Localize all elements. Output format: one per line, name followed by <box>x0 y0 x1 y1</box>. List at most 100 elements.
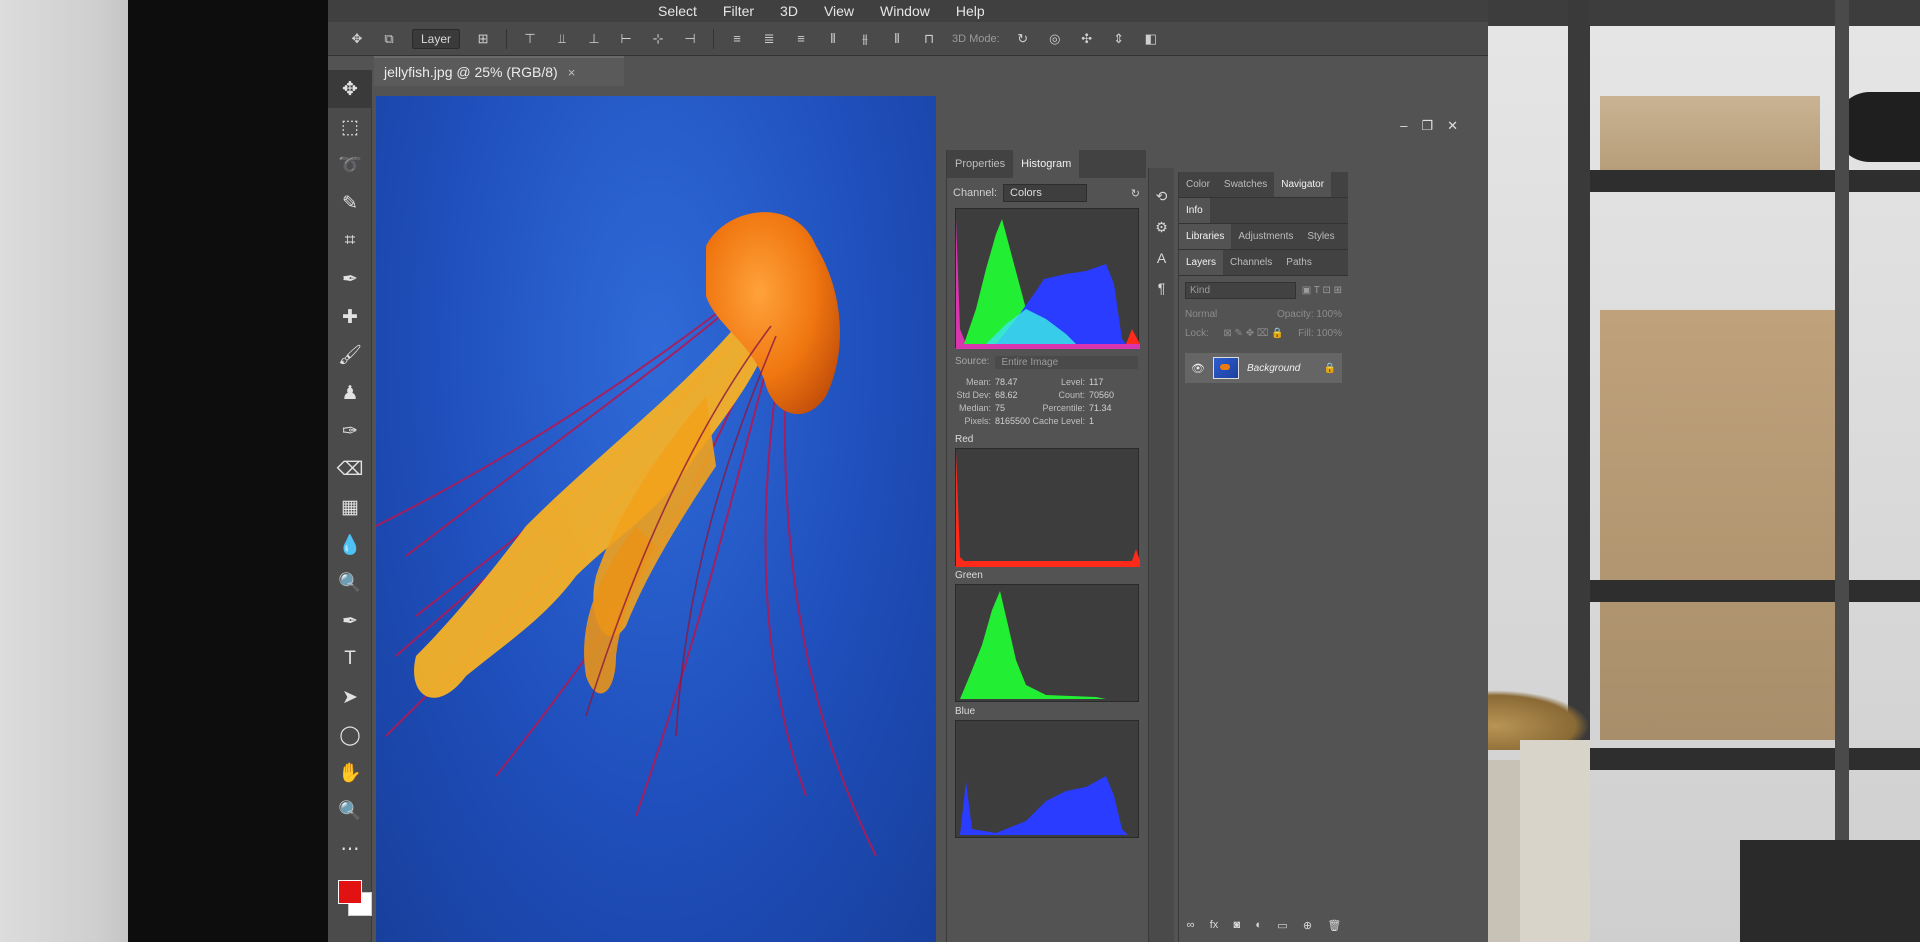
tab-adjustments[interactable]: Adjustments <box>1231 224 1300 249</box>
history-panel-icon[interactable]: ⟲ <box>1156 188 1168 205</box>
tab-layers[interactable]: Layers <box>1179 250 1224 275</box>
tab-info[interactable]: Info <box>1179 198 1210 223</box>
cache-label: Cache Level: <box>1032 416 1085 426</box>
hand-tool-icon[interactable]: ✋ <box>328 754 372 792</box>
zoom-tool-icon[interactable]: 🔍 <box>328 792 372 830</box>
source-label: Source: <box>955 356 990 367</box>
character-panel-icon[interactable]: A <box>1157 250 1166 266</box>
pixels-label: Pixels: <box>964 416 991 426</box>
quick-select-tool-icon[interactable]: ✎ <box>328 184 372 222</box>
distribute-right-icon[interactable]: ⫴ <box>888 30 906 48</box>
3d-pan-icon[interactable]: ✣ <box>1078 30 1096 48</box>
menu-3d[interactable]: 3D <box>780 3 798 19</box>
adjustment-layer-icon[interactable]: ◐ <box>1255 919 1262 932</box>
healing-brush-icon[interactable]: ✚ <box>328 298 372 336</box>
clone-stamp-icon[interactable]: ♟ <box>328 374 372 412</box>
options-bar: ✥ ⧉ Layer ⊞ ⊤ ⫫ ⊥ ⊢ ⊹ ⊣ ≡ ≣ ≡ ⫴ ⫵ ⫴ ⊓ 3D… <box>328 22 1488 56</box>
brush-tool-icon[interactable]: 🖌 <box>328 336 372 374</box>
filter-icons[interactable]: ▣ T ⊡ ⊞ <box>1302 285 1342 296</box>
menu-view[interactable]: View <box>824 3 854 19</box>
source-dropdown[interactable]: Entire Image <box>995 356 1138 369</box>
marquee-tool-icon[interactable]: ⬚ <box>328 108 372 146</box>
refresh-icon[interactable]: ↻ <box>1131 187 1140 200</box>
distribute-top-icon[interactable]: ≡ <box>728 30 746 48</box>
link-layers-icon[interactable]: ∞ <box>1187 919 1195 932</box>
ellipse-tool-icon[interactable]: ◯ <box>328 716 372 754</box>
tab-properties[interactable]: Properties <box>947 150 1013 178</box>
history-brush-icon[interactable]: ✑ <box>328 412 372 450</box>
auto-select-icon[interactable]: ⧉ <box>380 30 398 48</box>
layer-style-icon[interactable]: fx <box>1210 919 1219 932</box>
canvas-area[interactable] <box>376 96 936 942</box>
delete-layer-icon[interactable]: 🗑 <box>1327 919 1341 932</box>
blend-mode-dropdown[interactable]: Normal <box>1185 309 1217 320</box>
eyedropper-tool-icon[interactable]: ✒ <box>328 260 372 298</box>
minimize-icon[interactable]: – <box>1400 118 1407 134</box>
tab-color[interactable]: Color <box>1179 172 1217 197</box>
move-tool-icon[interactable]: ✥ <box>328 70 372 108</box>
eraser-tool-icon[interactable]: ⌫ <box>328 450 372 488</box>
channel-dropdown[interactable]: Colors <box>1003 184 1088 202</box>
3d-rotate-icon[interactable]: ↻ <box>1014 30 1032 48</box>
tab-navigator[interactable]: Navigator <box>1274 172 1332 197</box>
3d-slide-icon[interactable]: ⇕ <box>1110 30 1128 48</box>
lock-icons[interactable]: ⊠ ✎ ✥ ⌧ 🔒 <box>1223 328 1283 339</box>
restore-icon[interactable]: ❐ <box>1421 118 1433 134</box>
tab-channels[interactable]: Channels <box>1223 250 1279 275</box>
paragraph-panel-icon[interactable]: ¶ <box>1158 280 1166 296</box>
3d-scale-icon[interactable]: ◧ <box>1142 30 1160 48</box>
tab-libraries[interactable]: Libraries <box>1179 224 1232 249</box>
more-tools-icon[interactable]: ⋯ <box>328 830 372 868</box>
align-hcenter-icon[interactable]: ⊹ <box>649 30 667 48</box>
fill-value[interactable]: 100% <box>1316 328 1342 339</box>
distribute-hcenter-icon[interactable]: ⫵ <box>856 30 874 48</box>
tab-swatches[interactable]: Swatches <box>1217 172 1274 197</box>
align-top-icon[interactable]: ⊤ <box>521 30 539 48</box>
transform-controls-icon[interactable]: ⊞ <box>474 30 492 48</box>
colors-histogram <box>955 208 1140 349</box>
menu-window[interactable]: Window <box>880 3 930 19</box>
tab-styles[interactable]: Styles <box>1300 224 1341 249</box>
type-tool-icon[interactable]: T <box>328 640 372 678</box>
auto-align-icon[interactable]: ⊓ <box>920 30 938 48</box>
align-left-icon[interactable]: ⊢ <box>617 30 635 48</box>
align-vcenter-icon[interactable]: ⫫ <box>553 30 571 48</box>
document-tab[interactable]: jellyfish.jpg @ 25% (RGB/8) × <box>374 56 624 86</box>
menu-select[interactable]: Select <box>658 3 697 19</box>
distribute-bottom-icon[interactable]: ≡ <box>792 30 810 48</box>
align-right-icon[interactable]: ⊣ <box>681 30 699 48</box>
menu-help[interactable]: Help <box>956 3 985 19</box>
histogram-stats: Mean: 78.47 Level: 117 Std Dev: 68.62 Co… <box>947 373 1146 430</box>
tab-histogram[interactable]: Histogram <box>1013 150 1080 178</box>
blur-tool-icon[interactable]: 💧 <box>328 526 372 564</box>
add-mask-icon[interactable]: ◙ <box>1233 919 1240 932</box>
tab-paths[interactable]: Paths <box>1279 250 1319 275</box>
new-group-icon[interactable]: ▭ <box>1277 919 1287 932</box>
median-label: Median: <box>958 403 991 413</box>
3d-roll-icon[interactable]: ◎ <box>1046 30 1064 48</box>
close-icon[interactable]: ✕ <box>1447 118 1458 134</box>
gradient-tool-icon[interactable]: ▦ <box>328 488 372 526</box>
tools-panel: ✥ ⬚ ➰ ✎ ⌗ ✒ ✚ 🖌 ♟ ✑ ⌫ ▦ 💧 🔍 ✒ T ➤ ◯ ✋ 🔍 … <box>328 70 372 942</box>
fill-label: Fill: <box>1298 328 1314 339</box>
visibility-eye-icon[interactable]: 👁 <box>1191 362 1205 375</box>
green-histogram <box>955 584 1139 702</box>
new-layer-icon[interactable]: ⊕ <box>1303 919 1312 932</box>
menu-filter[interactable]: Filter <box>723 3 754 19</box>
layer-filter-input[interactable]: Kind <box>1185 282 1296 299</box>
layer-row-background[interactable]: 👁 Background 🔒 <box>1185 353 1342 383</box>
distribute-vcenter-icon[interactable]: ≣ <box>760 30 778 48</box>
close-tab-icon[interactable]: × <box>568 65 576 80</box>
dodge-tool-icon[interactable]: 🔍 <box>328 564 372 602</box>
crop-tool-icon[interactable]: ⌗ <box>328 222 372 260</box>
layer-dropdown[interactable]: Layer <box>412 28 461 49</box>
opacity-value[interactable]: 100% <box>1316 309 1342 320</box>
lasso-tool-icon[interactable]: ➰ <box>328 146 372 184</box>
brush-settings-icon[interactable]: ⚙ <box>1155 219 1168 236</box>
pen-tool-icon[interactable]: ✒ <box>328 602 372 640</box>
foreground-color-swatch[interactable] <box>338 880 362 904</box>
align-bottom-icon[interactable]: ⊥ <box>585 30 603 48</box>
move-tool-icon[interactable]: ✥ <box>348 30 366 48</box>
path-select-icon[interactable]: ➤ <box>328 678 372 716</box>
distribute-left-icon[interactable]: ⫴ <box>824 30 842 48</box>
